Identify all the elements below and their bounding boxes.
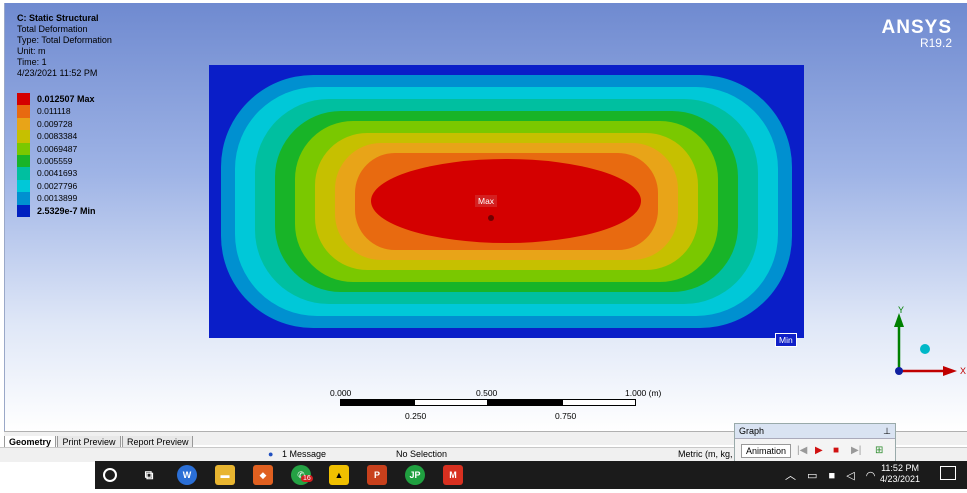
stop-icon[interactable]: ■ (833, 445, 839, 457)
distributed-frames-icon[interactable]: ⊞ (875, 445, 883, 457)
next-frame-icon[interactable]: ▶| (851, 445, 861, 457)
browser-w-icon[interactable]: W (177, 465, 197, 485)
scale-label-0: 0.000 (330, 388, 352, 398)
contour-band-max (371, 159, 641, 243)
triad-x-label: X (960, 366, 966, 376)
legend-value: 0.012507 Max (37, 94, 95, 104)
legend-value: 0.011118 (37, 106, 71, 117)
legend-swatch (17, 192, 30, 205)
scale-bar-segment-3 (488, 399, 562, 406)
legend-value: 0.005559 (37, 155, 73, 166)
search-icon[interactable] (103, 468, 117, 482)
ansys-logo: ANSYS R19.2 (882, 18, 952, 49)
task-view-icon[interactable]: ⧉ (139, 465, 159, 485)
notification-center-icon[interactable] (940, 466, 956, 480)
legend-value: 0.0069487 (37, 143, 78, 154)
triad-svg: Y X (894, 305, 966, 376)
legend-swatch (17, 93, 30, 106)
play-icon[interactable]: ▶ (815, 445, 823, 457)
scale-bar-segment-4 (562, 399, 636, 406)
messages-status[interactable]: 1 Message (282, 449, 326, 459)
legend-value: 0.0083384 (37, 131, 78, 142)
scale-label-250: 0.250 (405, 411, 427, 421)
ansys-workbench-icon[interactable]: ▲ (329, 465, 349, 485)
powerpoint-icon[interactable]: P (367, 465, 387, 485)
animation-button[interactable]: Animation (741, 444, 792, 458)
legend-swatch (17, 130, 30, 143)
legend-value: 0.0041693 (37, 168, 78, 179)
previous-frame-icon[interactable]: |◀ (797, 445, 807, 457)
graphics-viewport[interactable]: C: Static Structural Total Deformation T… (4, 3, 967, 431)
result-type: Type: Total Deformation (17, 35, 112, 45)
legend-swatch (17, 179, 30, 193)
analysis-title: C: Static Structural (17, 13, 99, 23)
graph-panel: Graph ⊥ Animation |◀ ▶ ■ ▶| ⊞ (734, 423, 896, 463)
brave-browser-icon[interactable]: ◆ (253, 465, 273, 485)
units-status[interactable]: Metric (m, kg, (678, 449, 733, 459)
file-explorer-icon[interactable]: ▬ (215, 465, 235, 485)
clock-time: 11:52 PM (881, 463, 919, 473)
mail-m-icon[interactable]: M (443, 465, 463, 485)
legend-value: 0.0027796 (37, 180, 78, 191)
ansys-logo-name: ANSYS (881, 17, 952, 38)
legend-value: 0.0013899 (37, 193, 78, 204)
deformation-contour-plot[interactable] (209, 65, 804, 338)
legend-value: 2.5329e-7 Min (37, 205, 96, 216)
legend-swatch (17, 105, 30, 118)
ansys-version: R19.2 (919, 36, 952, 50)
system-tray[interactable]: ︿ ▭ ■ ◁ ◠ (785, 467, 879, 483)
legend-swatch (17, 142, 30, 155)
windows-taskbar: ⧉ W ▬ ◆ ✆ 16 ▲ P JP M ︿ ▭ ■ ◁ ◠ 11:52 PM… (95, 461, 967, 489)
notification-badge: 16 (301, 475, 313, 482)
contour-svg (209, 65, 804, 338)
graph-panel-title: Graph (739, 426, 765, 436)
triad-y-label: Y (898, 305, 904, 315)
pin-icon[interactable]: ⊥ (883, 424, 891, 438)
selection-status: No Selection (396, 449, 448, 459)
legend-swatch (17, 154, 30, 168)
result-date: 4/23/2021 11:52 PM (17, 68, 98, 78)
scale-label-1000: 1.000 (m) (625, 388, 662, 398)
clock-date: 4/23/2021 (880, 474, 921, 484)
taskbar-clock[interactable]: 11:52 PM 4/23/2021 (880, 463, 920, 485)
legend-swatch (17, 167, 30, 180)
scale-bar-segment-2 (414, 399, 488, 406)
max-probe-marker (488, 215, 494, 221)
legend-value: 0.009728 (37, 118, 73, 129)
graph-panel-header: Graph ⊥ (735, 424, 895, 439)
coordinate-triad[interactable]: Y X (885, 305, 967, 385)
message-icon[interactable]: ● (268, 449, 273, 459)
scale-label-500: 0.500 (476, 388, 498, 398)
result-unit: Unit: m (17, 46, 46, 56)
result-time: Time: 1 (17, 57, 47, 67)
scale-bar-segment-1 (340, 399, 414, 406)
app-jp-icon[interactable]: JP (405, 465, 425, 485)
legend-swatch (17, 117, 30, 131)
legend-swatch (17, 204, 30, 217)
scale-ruler: 0.000 0.500 1.000 (m) 0.250 0.750 (330, 388, 670, 424)
result-name: Total Deformation (17, 24, 88, 34)
scale-label-750: 0.750 (555, 411, 577, 421)
min-probe-label[interactable]: Min (775, 333, 797, 347)
max-probe-label[interactable]: Max (475, 195, 498, 207)
